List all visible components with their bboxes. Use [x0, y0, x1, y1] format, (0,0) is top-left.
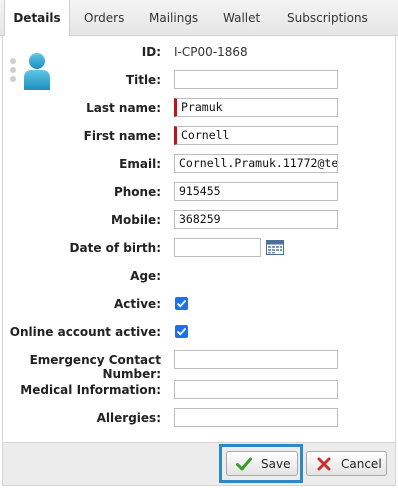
checkmark-icon — [176, 327, 187, 336]
person-avatar-icon — [24, 53, 50, 90]
checkmark-icon — [236, 457, 252, 471]
title-field[interactable] — [174, 70, 338, 89]
last-name-field[interactable]: Pramuk — [174, 98, 338, 117]
email-field[interactable]: Cornell.Pramuk.11772@test — [174, 154, 338, 173]
dob-field[interactable] — [174, 238, 261, 257]
close-icon — [317, 457, 331, 471]
emergency-contact-field[interactable] — [174, 350, 338, 369]
phone-field[interactable]: 915455 — [174, 182, 338, 201]
id-value: I-CP00-1868 — [174, 45, 248, 59]
tab-mailings[interactable]: Mailings — [149, 0, 198, 36]
medical-information-field[interactable] — [174, 380, 338, 399]
id-label: ID: — [141, 45, 161, 59]
tab-subscriptions[interactable]: Subscriptions — [287, 0, 368, 36]
tab-bar: Details Orders Mailings Wallet Subscript… — [0, 0, 398, 37]
last-name-label: Last name: — [86, 101, 161, 115]
email-label: Email: — [119, 157, 161, 171]
online-account-checkbox[interactable] — [175, 325, 188, 338]
medical-information-label: Medical Information: — [20, 383, 161, 397]
drag-grip-icon[interactable] — [10, 58, 18, 84]
checkmark-icon — [176, 299, 187, 308]
calendar-icon[interactable] — [266, 239, 284, 255]
mobile-field[interactable]: 368259 — [174, 210, 338, 229]
age-label: Age: — [130, 269, 161, 283]
online-account-label: Online account active: — [9, 325, 161, 339]
first-name-field[interactable]: Cornell — [174, 126, 338, 145]
title-label: Title: — [125, 73, 161, 87]
mobile-label: Mobile: — [111, 213, 161, 227]
allergies-field[interactable] — [174, 408, 338, 427]
tab-wallet[interactable]: Wallet — [223, 0, 260, 36]
first-name-label: First name: — [83, 129, 161, 143]
save-button[interactable]: Save — [226, 451, 298, 476]
cancel-button[interactable]: Cancel — [306, 451, 387, 476]
save-label: Save — [261, 457, 291, 471]
dob-label: Date of birth: — [69, 241, 161, 255]
emergency-contact-label-line2: Number: — [102, 367, 161, 381]
tab-orders[interactable]: Orders — [84, 0, 124, 36]
active-checkbox[interactable] — [175, 297, 188, 310]
phone-label: Phone: — [113, 185, 161, 199]
emergency-contact-label-line1: Emergency Contact — [29, 353, 161, 367]
cancel-label: Cancel — [341, 457, 382, 471]
tab-details[interactable]: Details — [4, 0, 70, 37]
emergency-contact-label: Emergency Contact Number: — [30, 353, 161, 381]
allergies-label: Allergies: — [96, 411, 161, 425]
active-label: Active: — [113, 297, 161, 311]
